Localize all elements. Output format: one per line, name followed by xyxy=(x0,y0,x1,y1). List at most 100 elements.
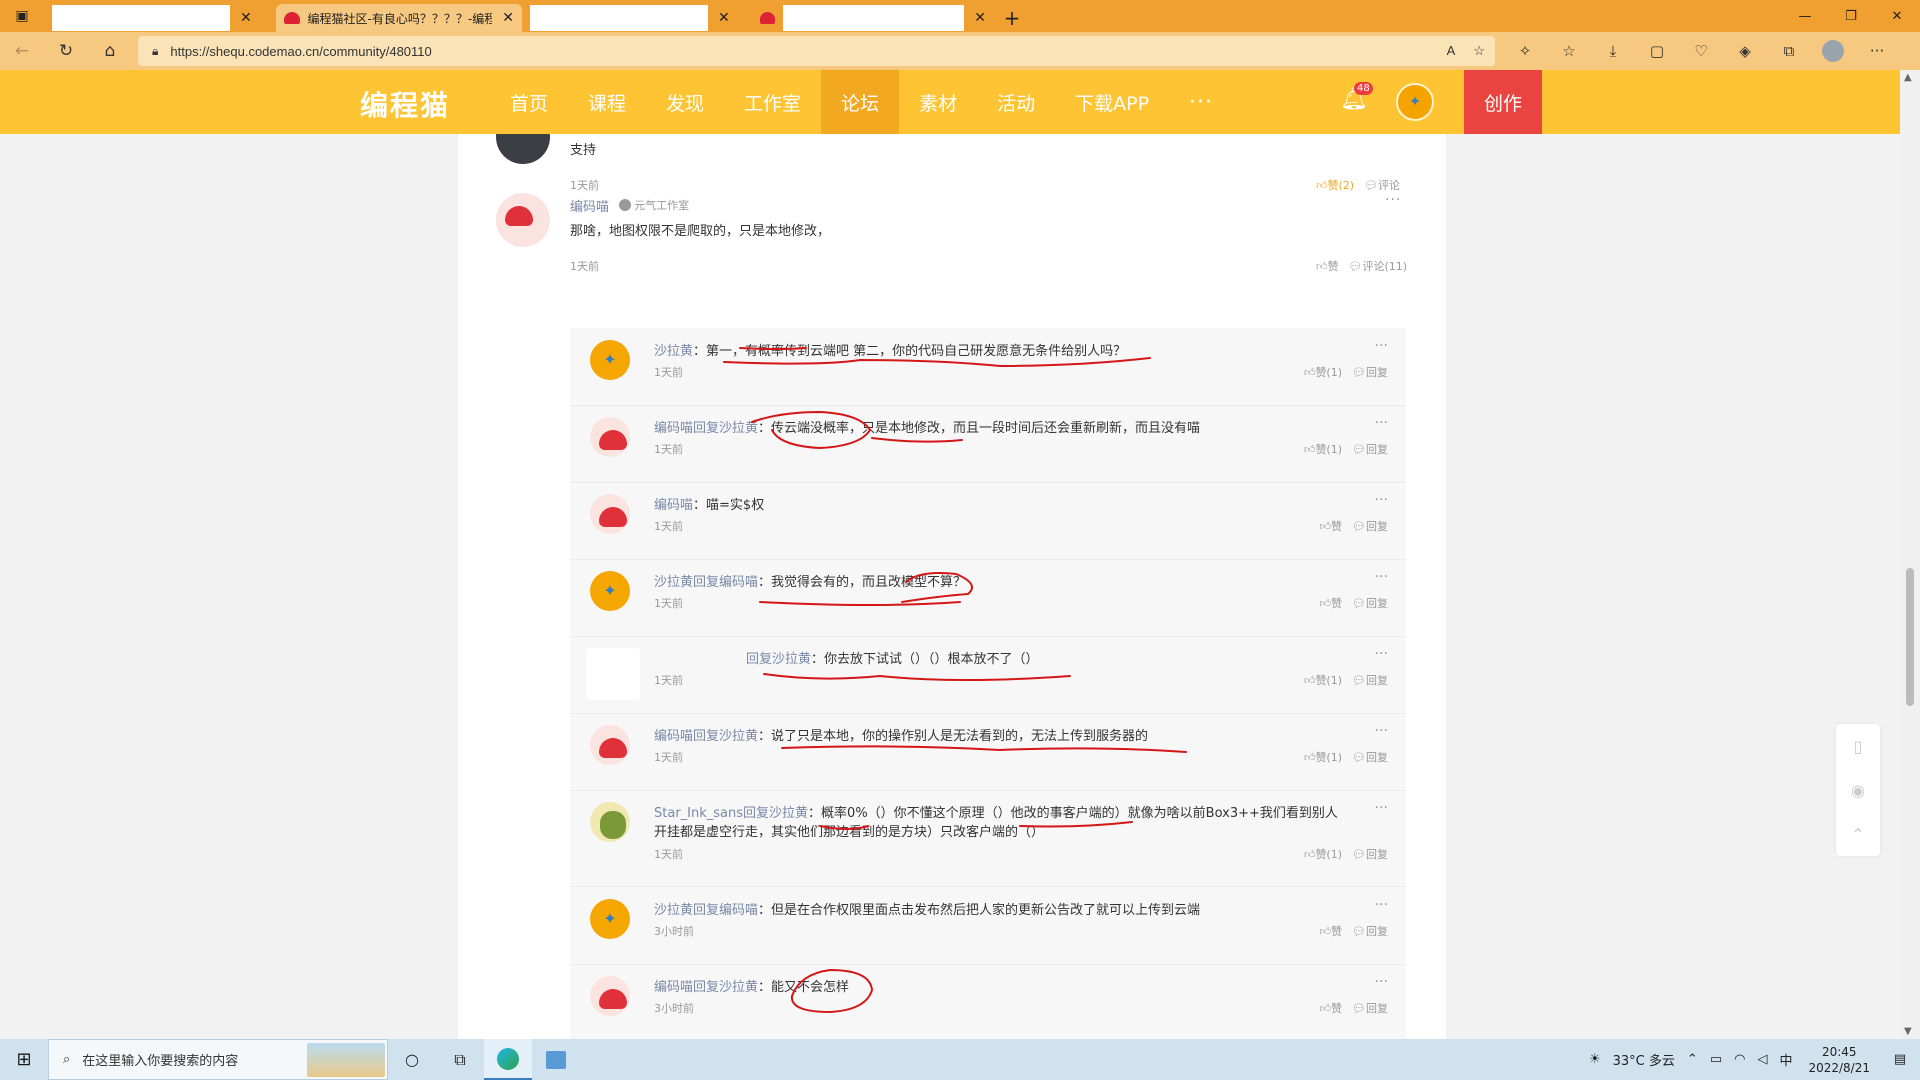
close-tab-icon[interactable]: ✕ xyxy=(240,10,252,26)
reply-target[interactable]: 回复沙拉黄 xyxy=(743,806,808,821)
nav-forum[interactable]: 论坛 xyxy=(821,70,900,134)
weather-text[interactable]: 33°C 多云 xyxy=(1607,1050,1681,1069)
nav-home[interactable]: 首页 xyxy=(490,70,568,134)
capture-icon[interactable]: ▢ xyxy=(1635,32,1679,70)
create-button[interactable]: 创作 xyxy=(1464,70,1542,134)
downloads-icon[interactable]: ⤓ xyxy=(1591,32,1635,70)
like-button[interactable]: 👍︎赞 xyxy=(1320,518,1343,534)
new-tab-icon[interactable]: + xyxy=(994,4,1030,32)
close-tab-icon[interactable]: ✕ xyxy=(974,10,986,26)
reply-button[interactable]: 💬︎回复 xyxy=(1352,518,1388,534)
like-button[interactable]: 👍︎赞(1) xyxy=(1304,672,1342,688)
browser-tab-2[interactable]: 编程猫社区-有良心吗？？？？-编程猫 ✕ xyxy=(276,4,522,32)
weather-icon[interactable]: ☀ xyxy=(1583,1052,1607,1067)
read-aloud-icon[interactable]: A xyxy=(1447,43,1456,59)
reply-target[interactable]: 回复沙拉黄 xyxy=(746,652,811,667)
close-window-icon[interactable]: ✕ xyxy=(1874,0,1920,32)
refresh-icon[interactable]: ↻ xyxy=(44,32,88,70)
more-menu-icon[interactable]: ··· xyxy=(1855,32,1899,70)
scroll-thumb[interactable] xyxy=(1906,568,1914,706)
nav-download-app[interactable]: 下载APP xyxy=(1055,70,1169,134)
nav-discover[interactable]: 发现 xyxy=(646,70,724,134)
site-logo[interactable]: 编程猫 xyxy=(360,84,450,124)
shield-icon[interactable]: ◈ xyxy=(1723,32,1767,70)
browser-tab-1[interactable]: ✕ xyxy=(44,4,276,32)
wifi-icon[interactable]: ◠ xyxy=(1728,1052,1751,1067)
nav-assets[interactable]: 素材 xyxy=(899,70,977,134)
reply-button[interactable]: 💬︎回复 xyxy=(1352,672,1388,688)
comment-author[interactable]: 编码喵 元气工作室 xyxy=(570,196,689,215)
reply-author[interactable]: 编码喵 xyxy=(654,421,693,436)
like-button[interactable]: 👍︎赞(1) xyxy=(1304,364,1342,380)
like-button[interactable]: 👍︎赞 xyxy=(1320,595,1343,611)
windows-start-icon[interactable]: ⊞ xyxy=(0,1039,48,1080)
reply-author[interactable]: 沙拉黄 xyxy=(654,903,693,918)
like-button[interactable]: 👍︎赞 xyxy=(1316,258,1339,274)
task-view-icon[interactable]: ⧉ xyxy=(436,1039,484,1080)
favorites-icon[interactable]: ☆ xyxy=(1547,32,1591,70)
more-options-icon[interactable]: ··· xyxy=(1375,800,1388,816)
address-bar[interactable]: 🔒︎ https://shequ.codemao.cn/community/48… xyxy=(138,36,1495,66)
cortana-icon[interactable]: ○ xyxy=(388,1039,436,1080)
more-options-icon[interactable]: ··· xyxy=(1375,974,1388,990)
avatar[interactable] xyxy=(586,648,640,700)
phone-icon[interactable]: ▯ xyxy=(1854,737,1863,756)
restore-icon[interactable]: ❐ xyxy=(1828,0,1874,32)
author-name[interactable]: 编码喵 xyxy=(570,200,609,215)
feedback-icon[interactable]: ◉ xyxy=(1851,781,1865,800)
notification-center-icon[interactable]: ▤ xyxy=(1880,1052,1920,1067)
more-options-icon[interactable]: ··· xyxy=(1375,415,1388,431)
like-button[interactable]: 👍︎赞 xyxy=(1320,923,1343,939)
taskbar-search[interactable]: ⌕ 在这里输入你要搜索的内容 xyxy=(48,1039,388,1080)
comment-button[interactable]: 💬︎评论 xyxy=(1364,177,1400,193)
reply-target[interactable]: 回复沙拉黄 xyxy=(693,421,758,436)
reply-author[interactable]: 沙拉黄 xyxy=(654,575,693,590)
close-tab-icon[interactable]: ✕ xyxy=(502,10,514,26)
more-options-icon[interactable]: ··· xyxy=(1375,492,1388,508)
studio-badge[interactable]: 元气工作室 xyxy=(619,197,689,213)
more-options-icon[interactable]: ··· xyxy=(1375,569,1388,585)
notification-bell[interactable]: 🔔︎ 48 xyxy=(1340,82,1373,112)
avatar[interactable] xyxy=(590,899,630,939)
reply-target[interactable]: 回复编码喵 xyxy=(693,903,758,918)
like-button[interactable]: 👍︎赞(1) xyxy=(1304,749,1342,765)
reply-button[interactable]: 💬︎回复 xyxy=(1352,1000,1388,1016)
app-taskbar-icon[interactable] xyxy=(532,1039,580,1080)
like-button[interactable]: 👍︎赞(1) xyxy=(1304,846,1342,862)
extensions-icon[interactable]: ✧ xyxy=(1503,32,1547,70)
reply-button[interactable]: 💬︎回复 xyxy=(1352,364,1388,380)
back-to-top-icon[interactable]: ⌃ xyxy=(1851,825,1864,844)
reply-author[interactable]: Star_Ink_sans xyxy=(654,806,743,821)
avatar[interactable] xyxy=(590,976,630,1016)
reply-target[interactable]: 回复沙拉黄 xyxy=(693,729,758,744)
minimize-icon[interactable]: — xyxy=(1782,0,1828,32)
home-icon[interactable]: ⌂ xyxy=(88,32,132,70)
ime-indicator[interactable]: 中 xyxy=(1773,1050,1798,1069)
reply-author[interactable]: 编码喵 xyxy=(654,498,693,513)
tray-chevron-icon[interactable]: ⌃ xyxy=(1681,1052,1704,1067)
tab-actions-icon[interactable]: ▣ xyxy=(0,0,44,32)
more-options-icon[interactable]: ··· xyxy=(1375,723,1388,739)
reply-target[interactable]: 回复编码喵 xyxy=(693,575,758,590)
avatar[interactable] xyxy=(590,340,630,380)
reply-button[interactable]: 💬︎回复 xyxy=(1352,846,1388,862)
avatar[interactable] xyxy=(590,725,630,765)
avatar[interactable] xyxy=(590,802,630,842)
nav-courses[interactable]: 课程 xyxy=(568,70,646,134)
profile-icon[interactable] xyxy=(1811,32,1855,70)
comment-button[interactable]: 💬︎评论(11) xyxy=(1349,258,1408,274)
more-options-icon[interactable]: ··· xyxy=(1375,897,1388,913)
avatar[interactable] xyxy=(590,571,630,611)
clock[interactable]: 20:45 2022/8/21 xyxy=(1798,1044,1880,1076)
scroll-up-icon[interactable]: ▲ xyxy=(1904,72,1912,83)
reply-author[interactable]: 编码喵 xyxy=(654,980,693,995)
like-button[interactable]: 👍︎赞(2) xyxy=(1316,177,1354,193)
add-favorite-icon[interactable]: ☆ xyxy=(1473,43,1485,59)
page-scrollbar[interactable]: ▲ ▼ xyxy=(1900,70,1920,1039)
reply-button[interactable]: 💬︎回复 xyxy=(1352,749,1388,765)
collections-icon[interactable]: ⧉ xyxy=(1767,32,1811,70)
edge-taskbar-icon[interactable] xyxy=(484,1039,532,1080)
like-button[interactable]: 👍︎赞 xyxy=(1320,1000,1343,1016)
browser-tab-4[interactable]: ✕ xyxy=(752,4,994,32)
close-tab-icon[interactable]: ✕ xyxy=(718,10,730,26)
